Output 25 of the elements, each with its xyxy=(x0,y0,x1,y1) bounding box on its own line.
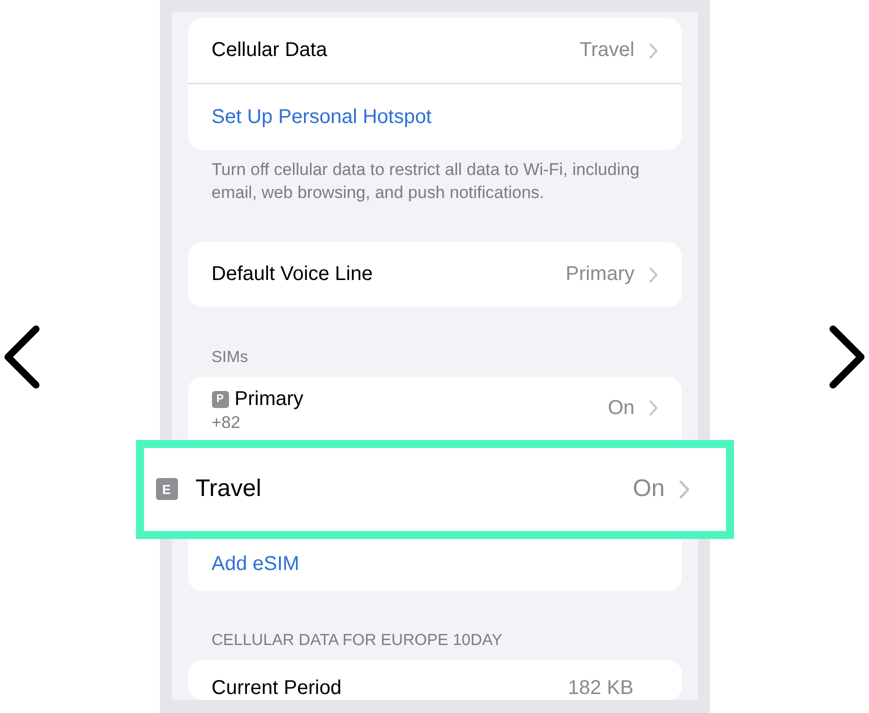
sim-badge: P xyxy=(212,390,228,408)
section-header: SIMs xyxy=(212,348,249,367)
sim-badge: E xyxy=(156,478,178,500)
row-value: Primary xyxy=(566,263,634,286)
footer-note: Turn off cellular data to restrict all data to Wi-Fi, including email, web browsing, and push notifications. xyxy=(212,159,641,204)
add-esim-link[interactable]: Add eSIM xyxy=(212,553,300,576)
sim-status: On xyxy=(632,475,665,504)
cellular-data-row[interactable]: Cellular Data Travel xyxy=(188,18,682,84)
chevron-icon xyxy=(648,266,658,282)
sim-status: On xyxy=(608,396,634,420)
hotspot-link[interactable]: Set Up Personal Hotspot xyxy=(212,106,432,128)
row-label: Cellular Data xyxy=(212,39,328,62)
chevron-icon xyxy=(678,480,690,500)
row-value: 182 KB xyxy=(568,677,634,700)
sim-name: Primary xyxy=(234,388,304,411)
row-label: Current Period xyxy=(212,677,342,700)
chevron-icon xyxy=(648,400,658,416)
sim-row[interactable]: P Primary +82 On xyxy=(188,376,682,440)
sim-name: Travel xyxy=(196,475,262,504)
row-value: Travel xyxy=(580,39,634,62)
phone-number: +82 xyxy=(212,412,242,433)
row-label: Default Voice Line xyxy=(212,263,373,286)
sim-row[interactable]: E Travel On xyxy=(136,440,734,539)
chevron-icon xyxy=(648,42,658,58)
section-header: CELLULAR DATA FOR EUROPE 10DAY xyxy=(212,632,504,650)
